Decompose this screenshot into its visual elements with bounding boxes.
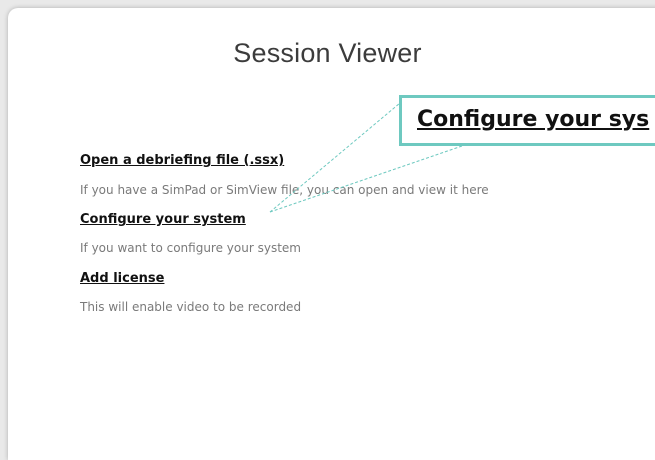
open-debriefing-file-description: If you have a SimPad or SimView file, yo… — [80, 183, 489, 197]
configure-system-link[interactable]: Configure your system — [80, 212, 246, 227]
configure-system-description: If you want to configure your system — [80, 241, 301, 255]
page-title: Session Viewer — [233, 38, 422, 68]
add-license-link[interactable]: Add license — [80, 271, 164, 286]
zoom-callout-text: Configure your sys — [417, 107, 650, 132]
add-license-description: This will enable video to be recorded — [80, 300, 302, 314]
open-debriefing-file-link[interactable]: Open a debriefing file (.ssx) — [80, 153, 284, 168]
app-window — [8, 8, 655, 460]
zoom-callout: Configure your sys — [399, 95, 655, 146]
